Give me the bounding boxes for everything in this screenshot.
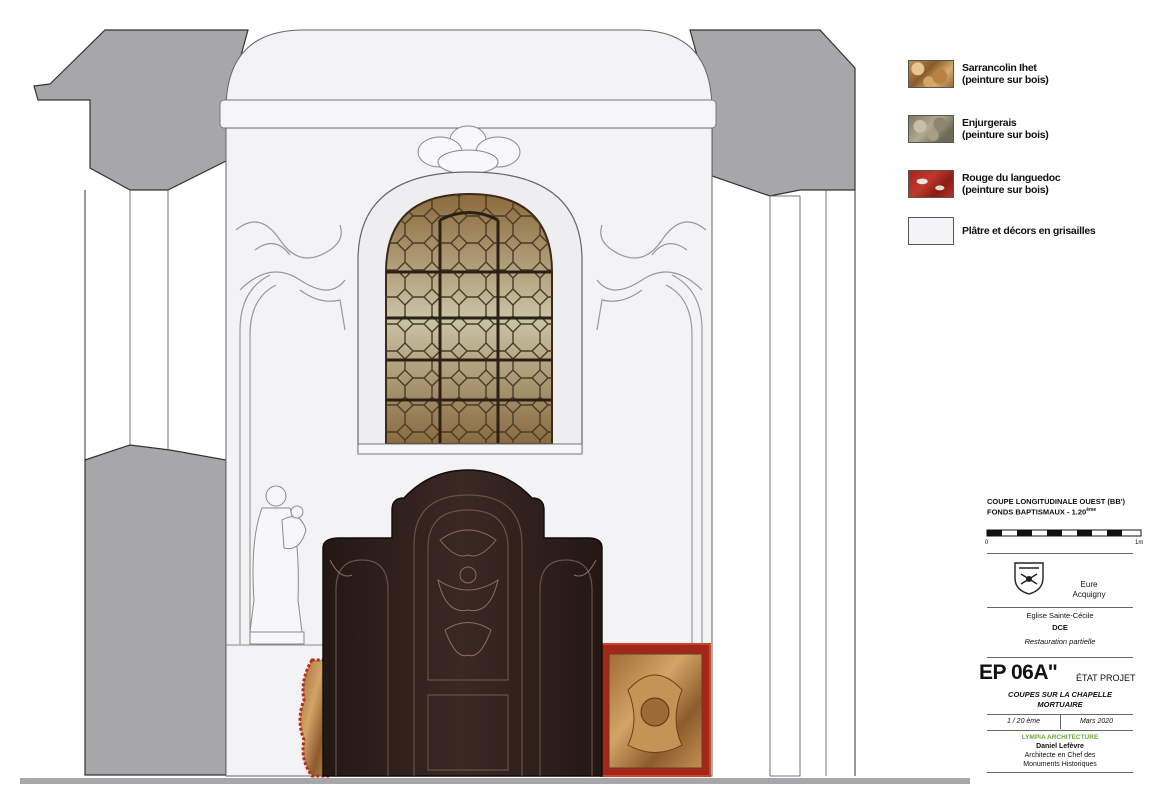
divider bbox=[987, 730, 1133, 731]
legend-sublabel: (peinture sur bois) bbox=[962, 184, 1049, 196]
divider bbox=[987, 657, 1133, 658]
church-name: Eglise Sainte-Cécile bbox=[1026, 611, 1094, 620]
legend-label: Enjurgerais bbox=[962, 117, 1017, 129]
legend-item-enjugerais: Enjurgerais (peinture sur bois) bbox=[908, 115, 1148, 155]
legend-swatch-rouge bbox=[908, 170, 954, 198]
legend-sublabel: (peinture sur bois) bbox=[962, 74, 1049, 86]
legend-swatch-platre bbox=[908, 217, 954, 245]
divider bbox=[987, 772, 1133, 773]
scale-end-label: 1m bbox=[1135, 540, 1144, 546]
section-title: COUPE LONGITUDINALE OUEST (BB') FONDS BA… bbox=[987, 497, 1126, 517]
scale-start-label: 0 bbox=[985, 540, 989, 546]
architect-role-2: Monuments Historiques bbox=[1023, 761, 1097, 768]
left-wall-section bbox=[33, 29, 249, 776]
date-label: Mars 2020 bbox=[1079, 718, 1114, 725]
architect-name: Daniel Lefèvre bbox=[1036, 743, 1084, 750]
right-wall-section bbox=[689, 29, 856, 777]
architect-role-1: Architecte en Chef des bbox=[1024, 752, 1096, 759]
legend-item-sarrancolin: Sarrancolin Ihet (peinture sur bois) bbox=[908, 60, 1148, 100]
legend-swatch-enjugerais bbox=[908, 115, 954, 143]
scale-label: 1 / 20 ème bbox=[1006, 718, 1041, 725]
legend-label: Plâtre et décors en grisailles bbox=[962, 225, 1096, 237]
sheet-status: ÉTAT PROJET bbox=[1076, 673, 1136, 683]
department-label: Eure bbox=[1080, 580, 1098, 589]
commune-label: Acquigny bbox=[1072, 590, 1106, 599]
sheet-number: EP 06A'' bbox=[979, 661, 1057, 684]
works-description: Restauration partielle bbox=[1024, 637, 1096, 646]
legend-label: Sarrancolin Ihet bbox=[962, 62, 1037, 74]
divider bbox=[987, 553, 1133, 554]
legend-item-rouge-languedoc: Rouge du languedoc (peinture sur bois) bbox=[908, 170, 1148, 210]
sheet-title-line-2: MORTUAIRE bbox=[1037, 700, 1083, 709]
sheet-title-line-1: COUPES SUR LA CHAPELLE bbox=[1008, 690, 1112, 699]
legend-sublabel: (peinture sur bois) bbox=[962, 129, 1049, 141]
marble-panel-right bbox=[600, 643, 711, 777]
legend-item-platre: Plâtre et décors en grisailles bbox=[908, 217, 1148, 257]
arched-window bbox=[357, 171, 583, 455]
graphic-scale-bar bbox=[986, 529, 1142, 537]
legend-label: Rouge du languedoc bbox=[962, 172, 1061, 184]
coat-of-arms-icon bbox=[1014, 562, 1044, 595]
divider bbox=[987, 607, 1133, 608]
divider bbox=[1060, 715, 1061, 729]
legend-swatch-sarrancolin bbox=[908, 60, 954, 88]
ground-line bbox=[20, 778, 970, 784]
firm-name: LYMPIA ARCHITECTURE bbox=[1021, 734, 1099, 741]
project-phase: DCE bbox=[1052, 623, 1068, 632]
